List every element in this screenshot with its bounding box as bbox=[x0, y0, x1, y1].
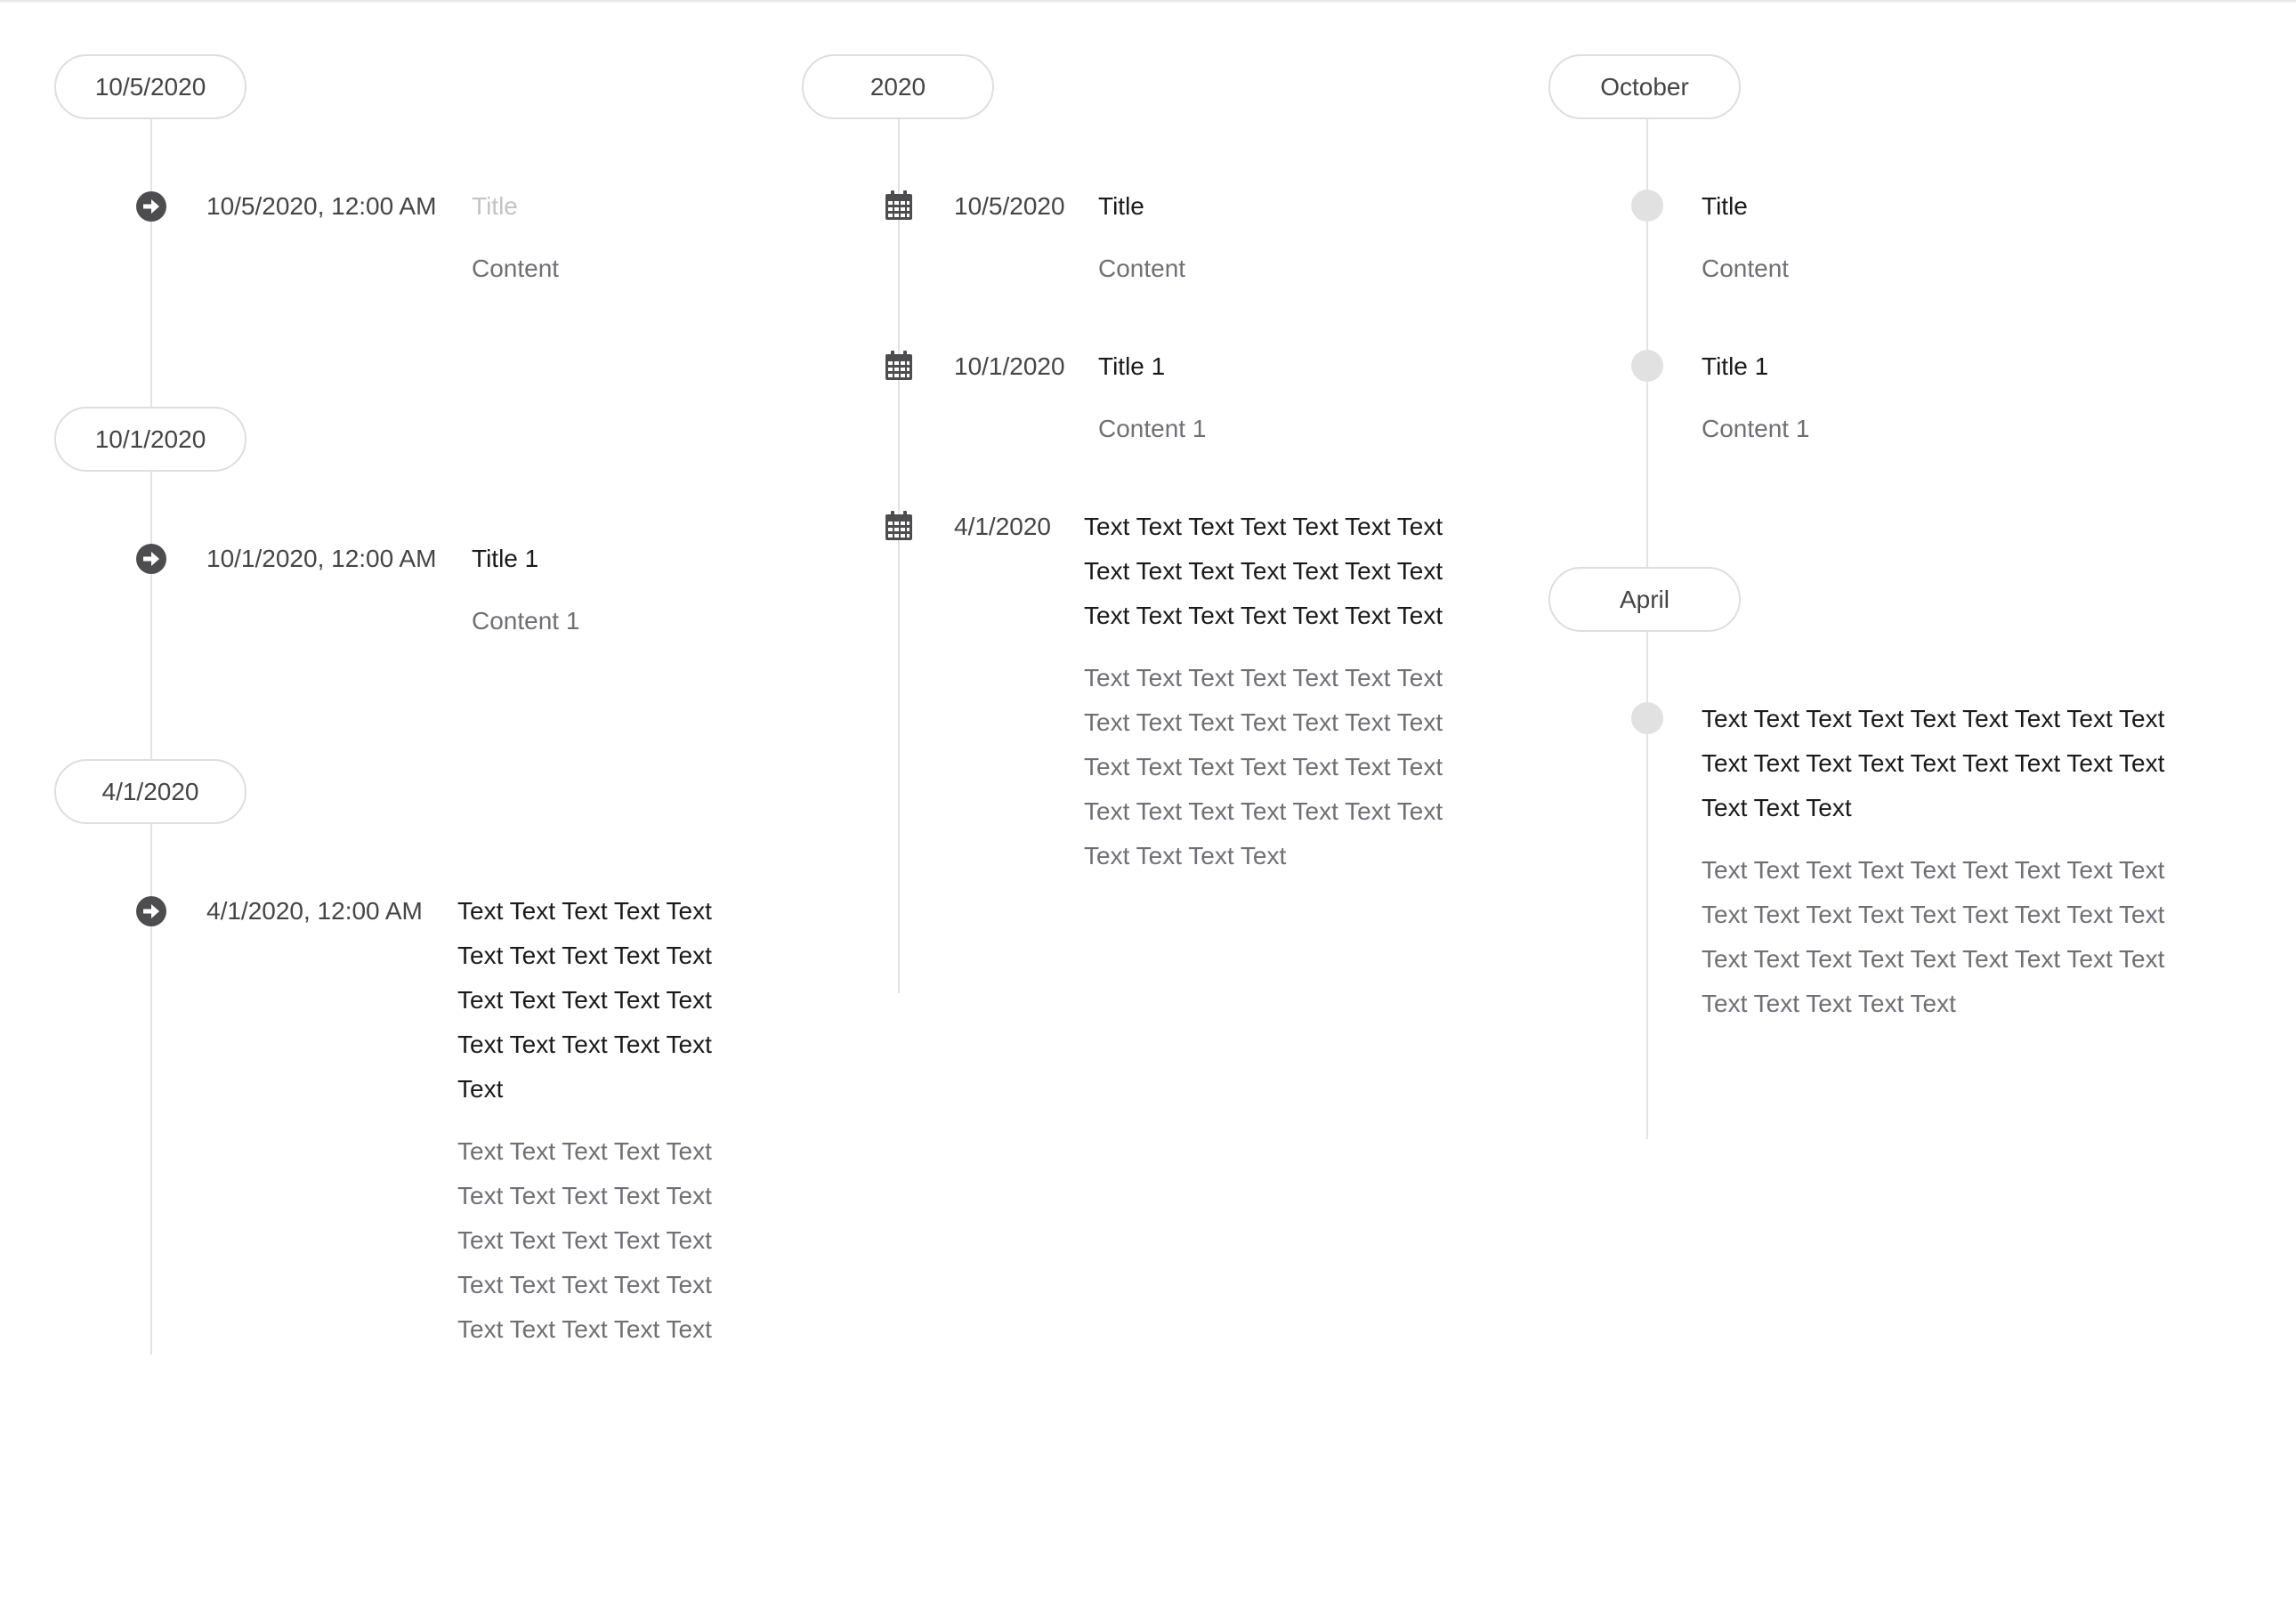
group-header: April bbox=[1548, 567, 1741, 632]
item-content: Content 1 bbox=[472, 607, 580, 635]
item-content: Text Text Text Text Text Text Text Text … bbox=[457, 1137, 712, 1343]
item-stamp: 10/5/2020 bbox=[954, 192, 1065, 220]
group-header: 4/1/2020 bbox=[54, 759, 247, 824]
item-content: Content bbox=[472, 255, 560, 282]
timeline-arrow: 10/5/2020 10/5/2020, 12:00 AM Title Cont… bbox=[0, 0, 756, 1609]
item-title: Title bbox=[472, 192, 518, 220]
calendar-icon bbox=[883, 510, 915, 542]
timeline-calendar: 2020 10/5/2020 Title Content 10/1/2020 T… bbox=[783, 0, 1531, 1609]
group-header: 2020 bbox=[802, 54, 994, 119]
item-content: Content bbox=[1702, 255, 1790, 282]
item-stamp: 10/1/2020 bbox=[954, 352, 1065, 380]
item-content: Content 1 bbox=[1098, 415, 1207, 442]
item-stamp: 10/1/2020, 12:00 AM bbox=[206, 545, 437, 572]
item-title: Title bbox=[1098, 192, 1144, 220]
item-title: Text Text Text Text Text Text Text Text … bbox=[1084, 513, 1443, 629]
timeline-rail bbox=[150, 89, 152, 1354]
timeline-dot: October Title Content Title 1 Content 1 … bbox=[1531, 0, 2296, 1609]
arrow-circle-right-icon bbox=[135, 895, 167, 927]
item-content: Text Text Text Text Text Text Text Text … bbox=[1084, 664, 1443, 869]
item-title: Title bbox=[1702, 192, 1748, 220]
item-title: Text Text Text Text Text Text Text Text … bbox=[457, 897, 712, 1103]
group-header: 10/1/2020 bbox=[54, 407, 247, 472]
item-title: Text Text Text Text Text Text Text Text … bbox=[1702, 705, 2165, 821]
item-content: Content 1 bbox=[1702, 415, 1810, 442]
dot-icon bbox=[1631, 190, 1663, 222]
dot-icon bbox=[1631, 350, 1663, 382]
item-title: Title 1 bbox=[1702, 352, 1769, 380]
item-stamp: 10/5/2020, 12:00 AM bbox=[206, 192, 437, 220]
item-stamp: 4/1/2020 bbox=[954, 513, 1051, 540]
calendar-icon bbox=[883, 350, 915, 382]
dot-icon bbox=[1631, 702, 1663, 734]
item-title: Title 1 bbox=[472, 545, 539, 572]
group-header: October bbox=[1548, 54, 1741, 119]
arrow-circle-right-icon bbox=[135, 543, 167, 575]
group-header: 10/5/2020 bbox=[54, 54, 247, 119]
calendar-icon bbox=[883, 190, 915, 222]
arrow-circle-right-icon bbox=[135, 190, 167, 222]
item-content: Content bbox=[1098, 255, 1186, 282]
item-title: Title 1 bbox=[1098, 352, 1166, 380]
item-content: Text Text Text Text Text Text Text Text … bbox=[1702, 856, 2165, 1017]
item-stamp: 4/1/2020, 12:00 AM bbox=[206, 897, 423, 925]
